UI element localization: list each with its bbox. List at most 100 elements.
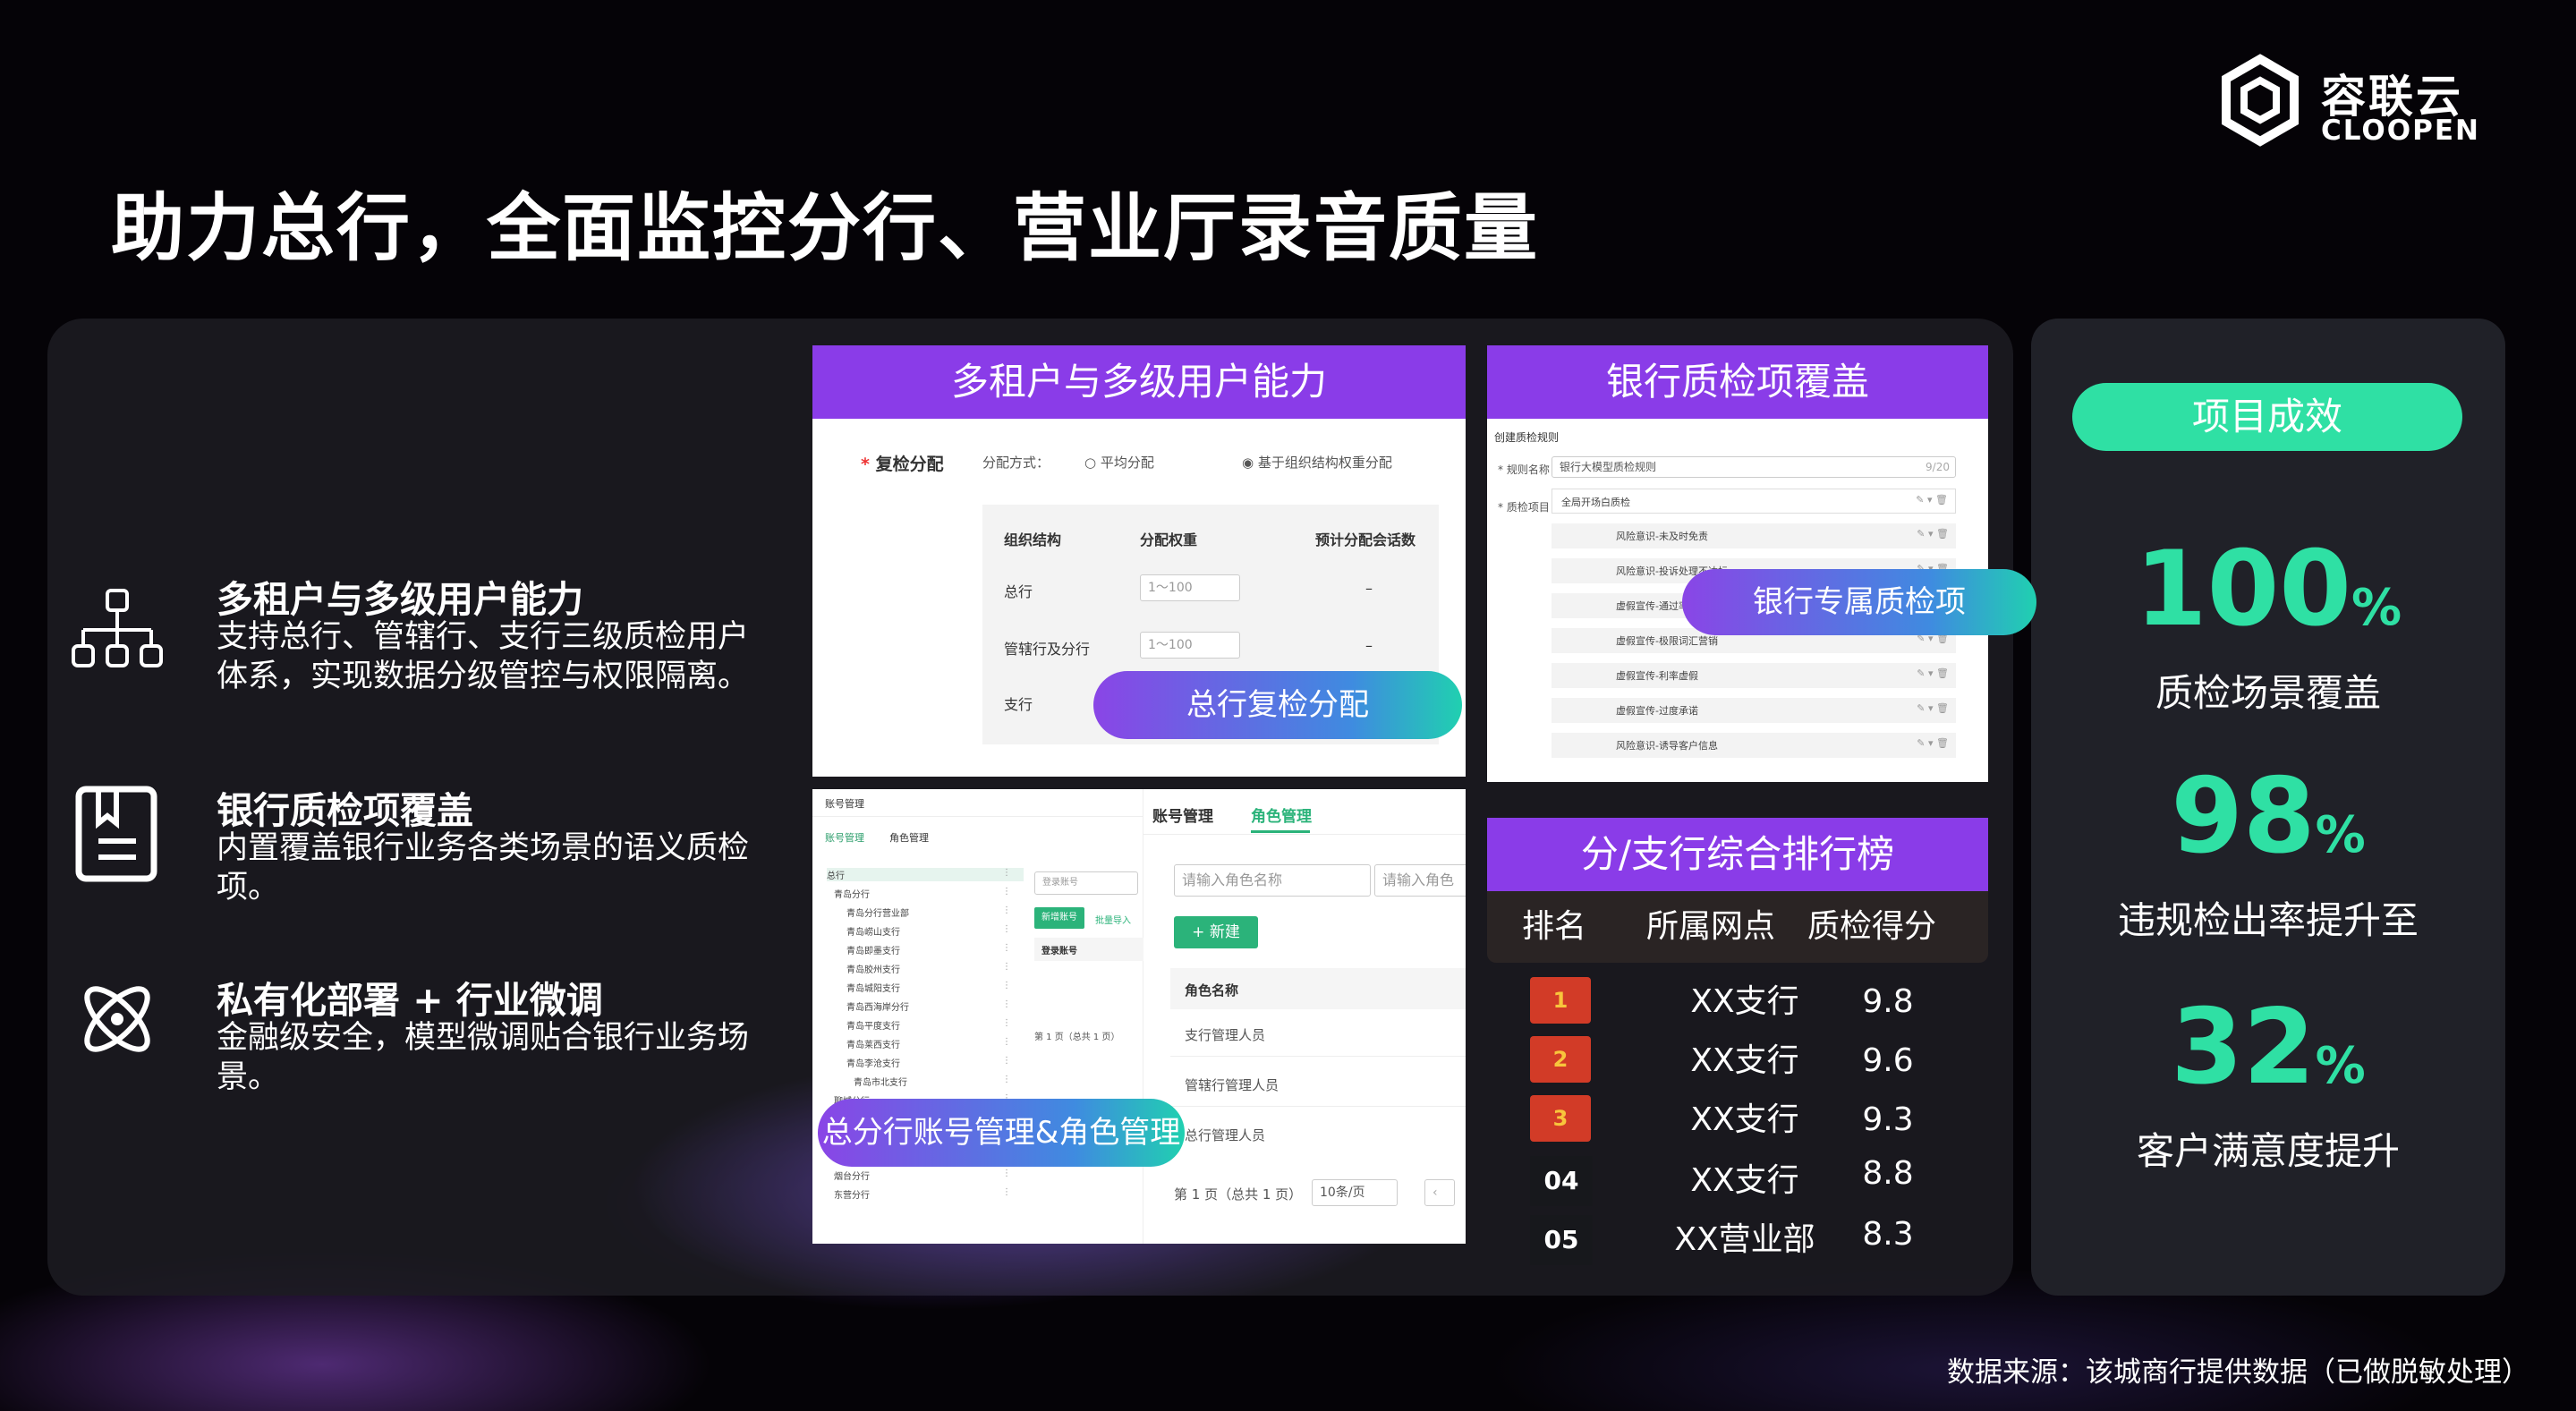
more-icon[interactable]: ⋮ [1002,943,1011,953]
role-row[interactable]: 总行管理人员 [1185,1126,1265,1144]
more-icon[interactable]: ⋮ [1002,981,1011,990]
feature-bank-qc: 银行质检项覆盖 内置覆盖银行业务各类场景的语义质检项。 [68,780,784,959]
more-icon[interactable]: ⋮ [1002,905,1011,915]
ranking-row: 05 XX营业部 8.3 [1530,1215,1986,1269]
rank-number: 2 [1552,1047,1569,1072]
stat-detection: 98% 违规检出率提升至 [2031,759,2505,945]
col-header: 预计分配会话数 [1315,531,1416,548]
col-branch: 所属网点 [1645,908,1775,945]
prev-page-button[interactable]: ‹ [1424,1179,1455,1206]
role-row[interactable]: 管辖行管理人员 [1185,1075,1279,1094]
ranking-row: 3 XX支行 9.3 [1530,1095,1986,1149]
stat-number: 98 [2171,756,2316,877]
more-icon[interactable]: ⋮ [1002,1018,1011,1028]
weight-input[interactable]: 1～100 [1140,574,1240,601]
qc-item-label: 虚假宣传-过度承诺 [1616,705,1698,717]
qc-item-row[interactable]: 全局开场白质检 ✎ ▾ 🗑 [1552,489,1956,514]
account-search-input[interactable]: 登录账号 [1034,871,1138,895]
stat-satisfaction: 32% 客户满意度提升 [2031,990,2505,1176]
stat-number: 32 [2171,987,2316,1108]
rule-name-input[interactable]: 银行大模型质检规则 9/20 [1552,456,1956,478]
rank-number: 05 [1530,1215,1593,1265]
atom-icon [84,986,150,1052]
role-search-input[interactable]: 请输入角色名称 [1174,864,1371,897]
edit-delete-icon[interactable]: ✎ ▾ 🗑 [1917,528,1949,540]
account-panel: 账号管理 账号管理 角色管理 总行 ⋮ 青岛分行 ⋮ 青岛分行营业部 ⋮ 青岛崂山支行 ⋮ 青岛… [812,789,1143,1244]
tab-account[interactable]: 账号管理 [825,830,864,845]
items-label: * 质检项目 [1498,501,1550,514]
role-col: 角色名称 [1185,982,1239,999]
stat-number: 100 [2134,529,2352,650]
tree-node[interactable]: 青岛市北支行 [854,1075,907,1088]
tree-node[interactable]: 青岛崂山支行 [846,924,900,938]
tab-role[interactable]: 角色管理 [889,830,929,845]
row-name: 支行 [1004,696,1033,713]
feature-pill: 银行专属质检项 [1682,569,2036,635]
edit-delete-icon[interactable]: ✎ ▾ 🗑 [1917,702,1949,714]
more-icon[interactable]: ⋮ [1002,1169,1011,1178]
feature-desc: 支持总行、管辖行、支行三级质检用户体系，实现数据分级管控与权限隔离。 [217,619,750,694]
rule-name-value: 银行大模型质检规则 [1560,461,1657,473]
stat-value: 98% [2031,759,2505,894]
qc-item-label: 虚假宣传-极限词汇营销 [1616,635,1718,647]
rule-name-label-text: 规则名称 [1506,463,1550,476]
new-role-button[interactable]: + 新建 [1174,916,1258,948]
option-average[interactable]: ○ 平均分配 [1084,453,1154,472]
tree-node[interactable]: 青岛胶州支行 [846,962,900,975]
page-size-select[interactable]: 10条/页 [1312,1179,1398,1206]
qc-item-row[interactable]: 风险意识-诱导客户信息 ✎ ▾ 🗑 [1552,733,1956,758]
more-icon[interactable]: ⋮ [1002,868,1011,878]
tree-node[interactable]: 青岛分行 [834,887,870,900]
trophy-silver-icon: 2 [1530,1036,1591,1083]
card-header: 多租户与多级用户能力 [812,345,1466,419]
qc-item-label: 风险意识-诱导客户信息 [1616,740,1718,752]
stat-label: 客户满意度提升 [2136,1129,2400,1173]
add-account-button[interactable]: 新增账号 [1034,907,1084,929]
tree-node[interactable]: 青岛李沧支行 [846,1056,900,1069]
more-icon[interactable]: ⋮ [1002,1187,1011,1197]
tree-node[interactable]: 青岛莱西支行 [846,1037,900,1050]
tree-node[interactable]: 青岛城阳支行 [846,981,900,994]
tab-role-right[interactable]: 角色管理 [1251,803,1312,826]
qc-item-row[interactable]: 风险意识-未及时免责 ✎ ▾ 🗑 [1552,523,1956,548]
account-pager: 第 1 页（总共 1 页） [1034,1033,1120,1042]
tree-node[interactable]: 烟台分行 [834,1169,870,1182]
tree-node[interactable]: 青岛分行营业部 [846,905,909,919]
stat-value: 32% [2031,990,2505,1125]
field-label: 复检分配 [875,455,944,474]
tab-account-right[interactable]: 账号管理 [1152,803,1213,826]
edit-delete-icon[interactable]: ✎ ▾ 🗑 [1917,667,1949,679]
tree-node[interactable]: 东营分行 [834,1187,870,1201]
branch-score: 9.6 [1862,1042,1914,1079]
qc-item-row[interactable]: 虚假宣传-过度承诺 ✎ ▾ 🗑 [1552,698,1956,723]
more-icon[interactable]: ⋮ [1002,962,1011,972]
option-org-weight[interactable]: ◉ 基于组织结构权重分配 [1242,453,1392,472]
more-icon[interactable]: ⋮ [1002,887,1011,897]
branch-score: 8.8 [1862,1155,1914,1192]
stat-unit: % [2351,579,2402,637]
weight-input[interactable]: 1～100 [1140,632,1240,659]
edit-delete-icon[interactable]: ✎ ▾ 🗑 [1917,737,1949,749]
qc-item-row[interactable]: 虚假宣传-利率虚假 ✎ ▾ 🗑 [1552,663,1956,688]
stat-coverage: 100% 质检场景覆盖 [2031,531,2505,718]
rank-number: 1 [1552,988,1569,1013]
more-icon[interactable]: ⋮ [1002,999,1011,1009]
more-icon[interactable]: ⋮ [1002,1075,1011,1084]
more-icon[interactable]: ⋮ [1002,924,1011,934]
tree-node[interactable]: 青岛西海岸分行 [846,999,909,1013]
role-search-input-2[interactable]: 请输入角色 [1374,864,1466,897]
data-source-note: 数据来源：该城商行提供数据（已做脱敏处理） [1947,1356,2529,1389]
tree-node[interactable]: 青岛平度支行 [846,1018,900,1032]
document-icon [75,786,157,882]
tree-node[interactable]: 总行 [827,868,1024,881]
more-icon[interactable]: ⋮ [1002,1037,1011,1047]
edit-delete-icon[interactable]: ✎ ▾ 🗑 [1916,494,1948,506]
role-pager: 第 1 页（总共 1 页） [1174,1186,1303,1203]
card-header: 银行质检项覆盖 [1487,345,1988,419]
branch-score: 8.3 [1862,1216,1914,1253]
role-row[interactable]: 支行管理人员 [1185,1025,1265,1044]
more-icon[interactable]: ⋮ [1002,1056,1011,1066]
tree-node[interactable]: 青岛即墨支行 [846,943,900,956]
branch-score: 9.3 [1862,1101,1914,1138]
bulk-import-button[interactable]: 批量导入 [1095,913,1131,926]
